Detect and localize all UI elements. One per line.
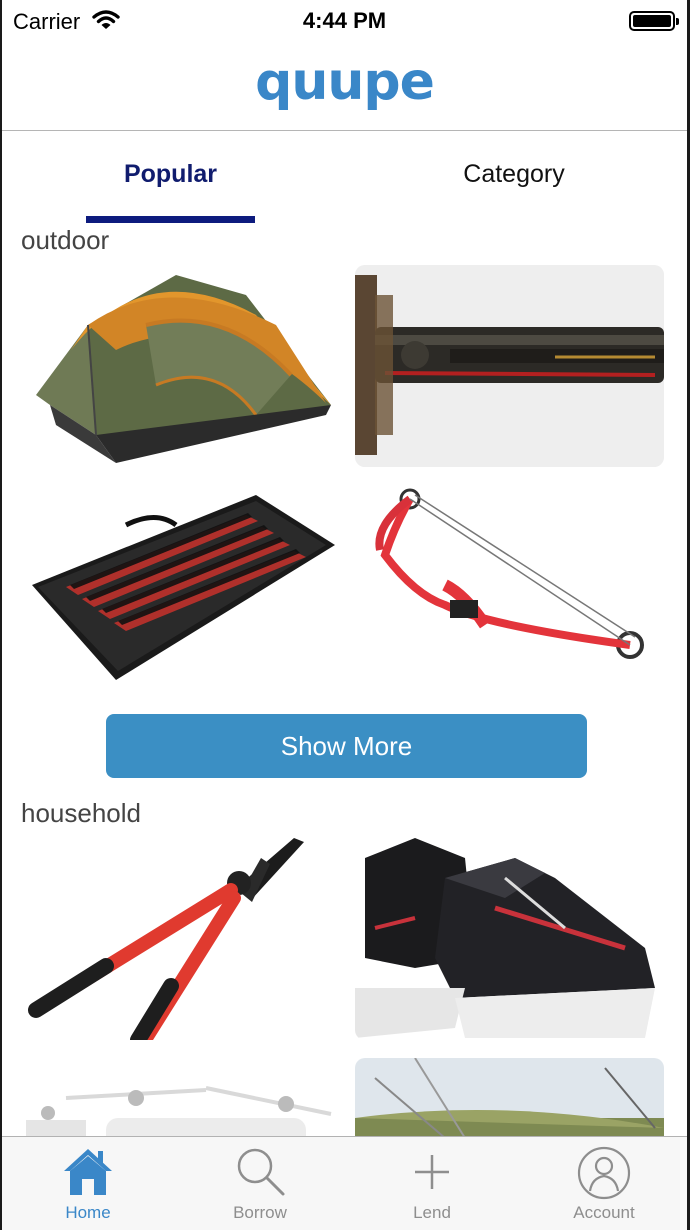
item-tile-bow[interactable] [355,485,664,687]
section-title-outdoor: outdoor [21,225,110,255]
item-tile-rifle[interactable] [355,265,664,467]
app-logo: quupe [255,52,435,112]
tabbar-home-label: Home [65,1203,111,1222]
tabbar-account[interactable]: Account [518,1137,687,1230]
search-icon [237,1148,285,1196]
status-bar: Carrier 4:44 PM [2,0,687,42]
active-tab-indicator [86,216,255,223]
tabbar-home[interactable]: Home [2,1137,174,1230]
tab-category[interactable]: Category [422,160,606,189]
battery-icon [629,11,679,31]
tabbar-lend-label: Lend [413,1203,451,1222]
tabbar-lend[interactable]: Lend [346,1137,518,1230]
item-tile-tent[interactable] [26,265,335,467]
section-title-household: household [21,798,141,828]
bottom-tab-bar: Home Borrow Lend Account [2,1136,687,1230]
plus-icon [415,1155,449,1189]
keyboard-image [32,495,335,680]
tabbar-account-label: Account [573,1203,635,1222]
show-more-button[interactable]: Show More [106,714,587,778]
ice-skates-image [355,838,655,1038]
bow-image [375,488,644,659]
app-screen: Carrier 4:44 PM quupe Popular Category o… [0,0,690,1230]
account-icon [577,1146,631,1200]
header-divider [2,130,687,131]
rifle-image [355,265,664,467]
home-icon [64,1149,112,1195]
item-tile-keyboard[interactable] [26,485,335,687]
tab-popular[interactable]: Popular [86,160,255,189]
tabbar-borrow-label: Borrow [233,1203,287,1222]
item-tile-hedge-shears[interactable] [26,838,335,1040]
item-tile-ice-skates[interactable] [355,838,664,1040]
tabbar-borrow[interactable]: Borrow [174,1137,346,1230]
hedge-shears-image [28,838,304,1040]
clock: 4:44 PM [302,8,387,33]
tent-image [36,275,331,463]
